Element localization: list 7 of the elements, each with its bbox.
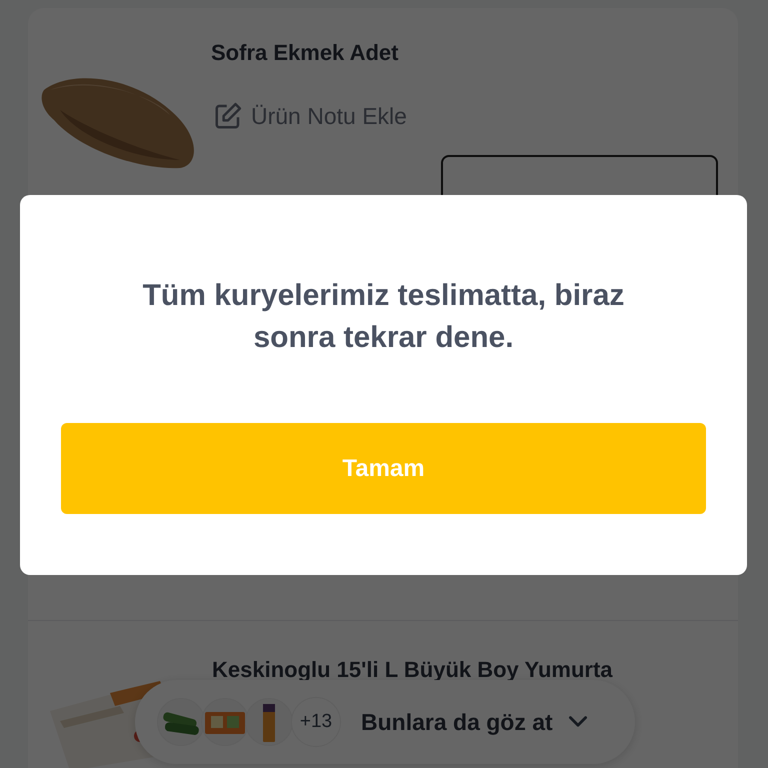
suggestions-label: Bunlara da göz at [361, 708, 553, 736]
suggestions-bar[interactable]: +13 Bunlara da göz at [135, 680, 635, 764]
more-count: +13 [291, 697, 341, 747]
add-note-link[interactable]: Ürün Notu Ekle [211, 101, 407, 131]
alert-message: Tüm kuryelerimiz teslimatta, biraz sonra tekrar dene. [142, 278, 626, 356]
product-title: Sofra Ekmek Adet [211, 39, 400, 67]
ok-button[interactable]: Tamam [61, 423, 706, 514]
